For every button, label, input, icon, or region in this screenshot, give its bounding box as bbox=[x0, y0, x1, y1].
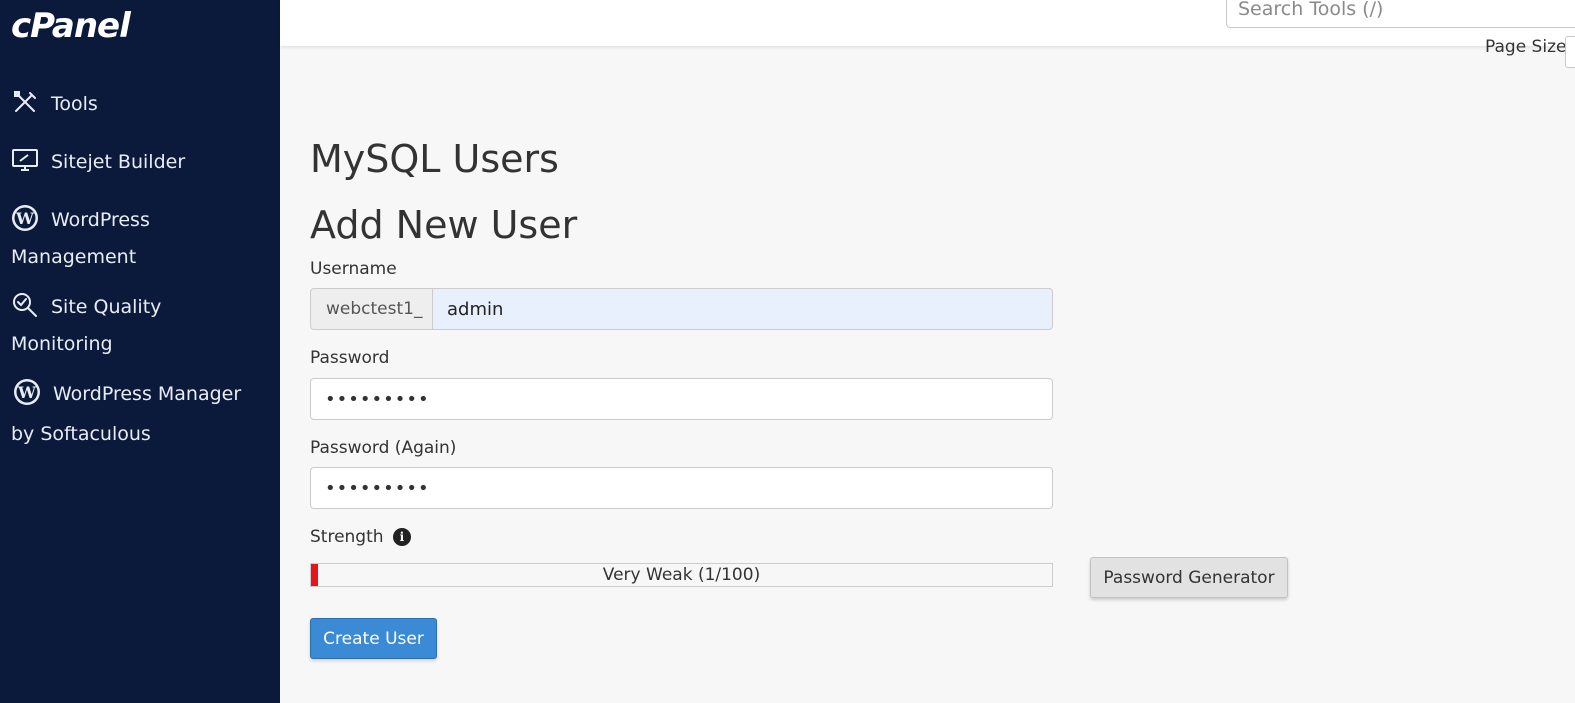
info-icon[interactable]: i bbox=[392, 528, 411, 546]
strength-text: Very Weak (1/100) bbox=[602, 565, 761, 585]
page-size-label: Page Size bbox=[1485, 37, 1567, 57]
sidebar-item-wordpress-manager[interactable]: W WordPress Manager by Softaculous bbox=[11, 376, 241, 453]
create-user-button[interactable]: Create User bbox=[310, 618, 437, 659]
wordpress-icon: W bbox=[13, 378, 41, 406]
sidebar-item-label-line2: Management bbox=[11, 246, 137, 268]
sidebar-item-tools[interactable]: Tools bbox=[11, 86, 98, 123]
top-bar bbox=[280, 0, 1575, 46]
page-title: MySQL Users bbox=[310, 137, 559, 181]
username-label: Username bbox=[310, 259, 397, 279]
magnifier-check-icon bbox=[11, 291, 39, 319]
username-input[interactable] bbox=[432, 288, 1053, 330]
username-input-group: webctest1_ bbox=[310, 288, 1053, 330]
sidebar-item-wordpress-management[interactable]: W WordPress Management bbox=[11, 202, 150, 276]
wordpress-icon: W bbox=[11, 204, 39, 232]
search-tools-input[interactable] bbox=[1226, 0, 1575, 28]
sidebar-item-label-line2: by Softaculous bbox=[11, 423, 151, 445]
sidebar-item-sitejet[interactable]: Sitejet Builder bbox=[11, 144, 185, 181]
sidebar-item-label-line2: Monitoring bbox=[11, 333, 113, 355]
sidebar-item-label: WordPress Manager bbox=[53, 383, 242, 405]
sidebar-item-site-quality[interactable]: Site Quality Monitoring bbox=[11, 289, 161, 363]
password-again-input[interactable] bbox=[310, 467, 1053, 509]
password-label: Password bbox=[310, 348, 390, 368]
svg-text:W: W bbox=[17, 383, 37, 402]
strength-label: Strength bbox=[310, 527, 384, 547]
password-again-label: Password (Again) bbox=[310, 438, 457, 458]
page-size-select[interactable] bbox=[1565, 36, 1575, 68]
sidebar-item-label: Tools bbox=[51, 93, 98, 115]
cpanel-logo[interactable]: cPanel bbox=[11, 6, 131, 46]
sidebar-item-label: Site Quality bbox=[51, 296, 162, 318]
section-title: Add New User bbox=[310, 203, 578, 247]
sidebar-item-label: Sitejet Builder bbox=[51, 151, 186, 173]
password-input[interactable] bbox=[310, 378, 1053, 420]
sidebar-item-label: WordPress bbox=[51, 209, 150, 231]
strength-label-row: Strength i bbox=[310, 527, 411, 547]
username-prefix: webctest1_ bbox=[310, 288, 432, 330]
password-strength-meter: Very Weak (1/100) bbox=[310, 563, 1053, 587]
password-generator-button[interactable]: Password Generator bbox=[1090, 557, 1288, 598]
svg-text:W: W bbox=[15, 209, 35, 228]
tools-icon bbox=[11, 88, 39, 116]
sidebar: cPanel Tools Sitejet Builder W WordPress… bbox=[0, 0, 280, 703]
monitor-edit-icon bbox=[11, 146, 39, 174]
